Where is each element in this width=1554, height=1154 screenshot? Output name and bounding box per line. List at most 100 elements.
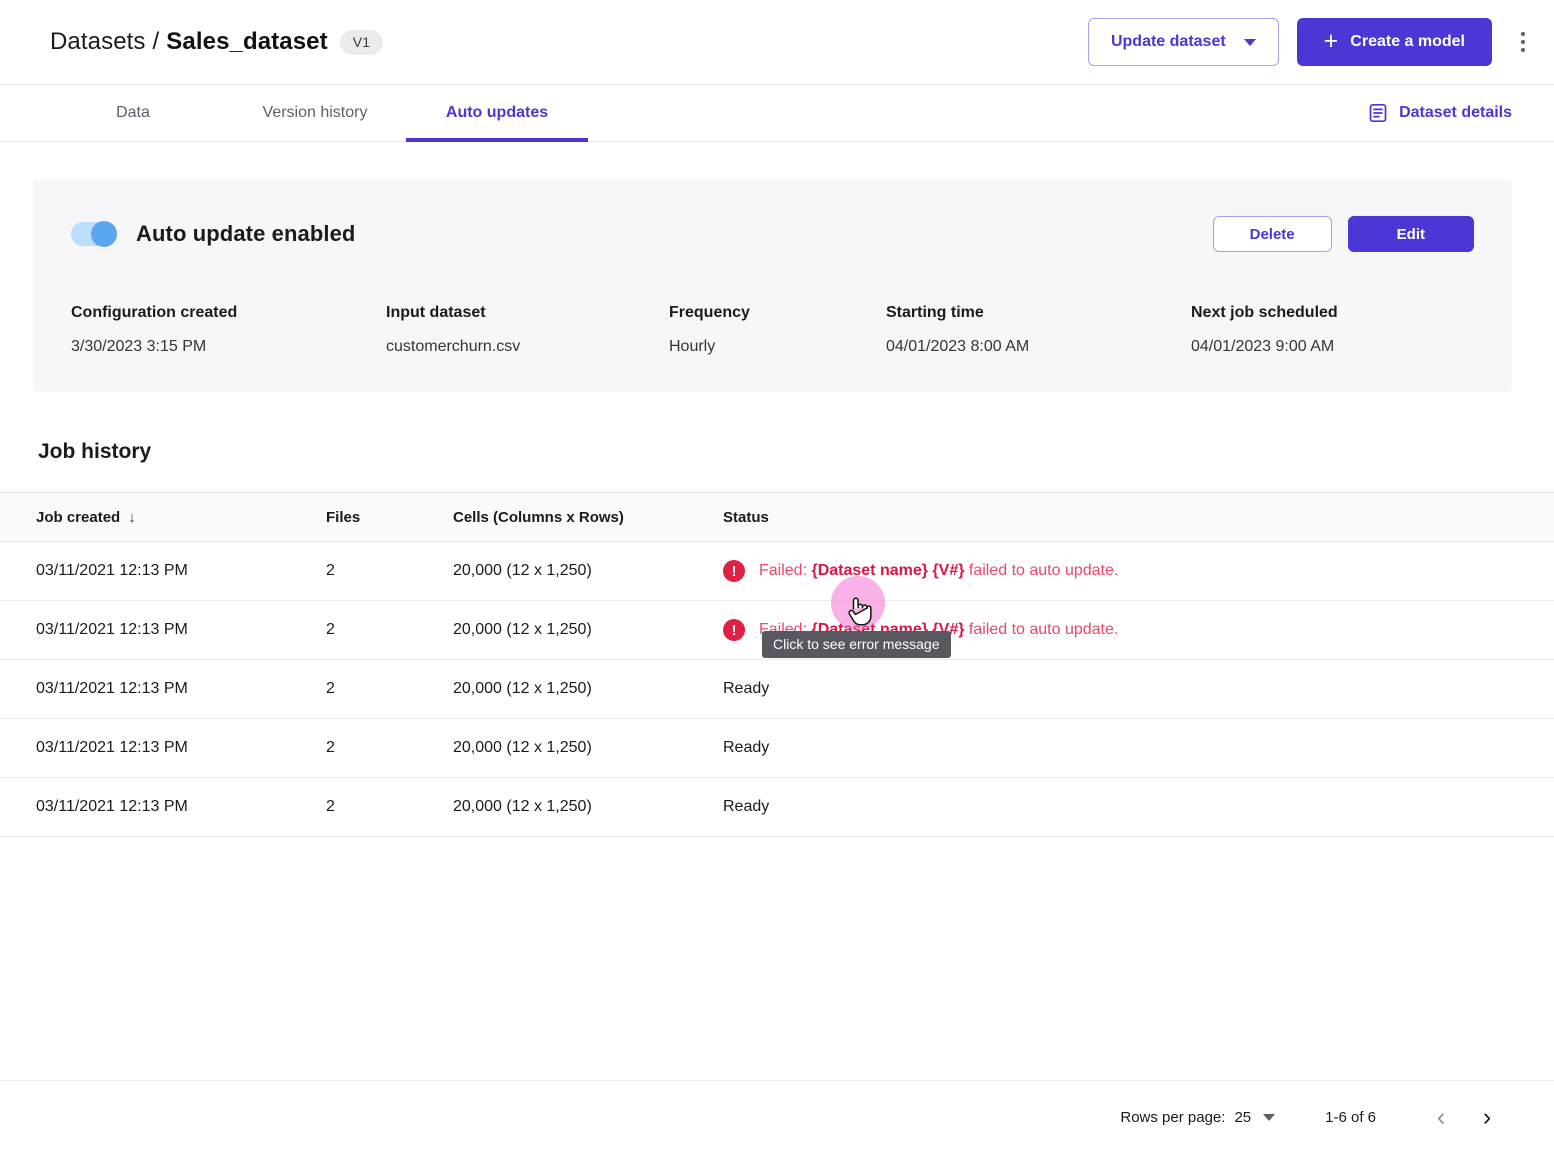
cell-files: 2 — [326, 562, 453, 580]
plus-icon: + — [1324, 29, 1339, 54]
auto-update-toggle[interactable] — [71, 222, 117, 246]
rows-per-page-select[interactable]: Rows per page: 25 — [1120, 1109, 1275, 1126]
update-dataset-label: Update dataset — [1111, 33, 1226, 51]
column-header-label: Cells (Columns x Rows) — [453, 509, 624, 526]
cell-job-created: 03/11/2021 12:13 PM — [36, 680, 326, 698]
auto-update-panel-actions: Delete Edit — [1213, 216, 1474, 252]
tooltip-click-to-see-error: Click to see error message — [762, 631, 951, 658]
cell-job-created: 03/11/2021 12:13 PM — [36, 621, 326, 639]
table-row[interactable]: 03/11/2021 12:13 PM 2 20,000 (12 x 1,250… — [0, 778, 1554, 837]
column-header-files[interactable]: Files — [326, 509, 453, 526]
auto-update-panel-header: Auto update enabled Delete Edit — [71, 210, 1474, 258]
tab-version-history-label: Version history — [263, 104, 368, 122]
pagination-range: 1-6 of 6 — [1325, 1109, 1376, 1126]
meta-value: Hourly — [669, 338, 886, 356]
dataset-details-button[interactable]: Dataset details — [1368, 85, 1554, 141]
meta-configuration-created: Configuration created 3/30/2023 3:15 PM — [71, 304, 386, 356]
cell-status: Ready — [723, 680, 1554, 698]
cell-files: 2 — [326, 621, 453, 639]
chevron-down-icon — [1244, 39, 1256, 46]
pagination-bar: Rows per page: 25 1-6 of 6 ‹ › — [0, 1080, 1554, 1154]
breadcrumb-separator: / — [153, 28, 160, 56]
error-suffix: failed to auto update. — [964, 621, 1118, 638]
cell-cells: 20,000 (12 x 1,250) — [453, 680, 723, 698]
meta-value: customerchurn.csv — [386, 338, 669, 356]
edit-button[interactable]: Edit — [1348, 216, 1474, 252]
top-bar-actions: Update dataset + Create a model — [1088, 18, 1536, 66]
cell-files: 2 — [326, 680, 453, 698]
cell-status: Ready — [723, 739, 1554, 757]
cell-status[interactable]: ! Failed: {Dataset name} {V#} failed to … — [723, 560, 1554, 582]
column-header-status[interactable]: Status — [723, 509, 1554, 526]
meta-next-job-scheduled: Next job scheduled 04/01/2023 9:00 AM — [1191, 304, 1474, 356]
create-model-label: Create a model — [1350, 33, 1465, 51]
tab-version-history[interactable]: Version history — [224, 85, 406, 141]
cell-status: Ready — [723, 798, 1554, 816]
column-header-label: Job created — [36, 509, 120, 526]
rows-per-page-label: Rows per page: — [1120, 1109, 1225, 1126]
meta-label: Configuration created — [71, 304, 386, 322]
chevron-down-icon — [1263, 1114, 1275, 1121]
status-badge: Ready — [723, 680, 769, 698]
error-icon: ! — [723, 619, 745, 641]
status-error-message[interactable]: Failed: {Dataset name} {V#} failed to au… — [759, 562, 1118, 580]
meta-starting-time: Starting time 04/01/2023 8:00 AM — [886, 304, 1191, 356]
column-header-label: Files — [326, 509, 360, 526]
page-title: Sales_dataset — [166, 28, 327, 56]
update-dataset-button[interactable]: Update dataset — [1088, 18, 1279, 66]
auto-update-toggle-label: Auto update enabled — [136, 221, 355, 247]
tab-bar: Data Version history Auto updates Datase… — [0, 84, 1554, 142]
version-badge: V1 — [340, 30, 384, 55]
auto-update-panel: Auto update enabled Delete Edit Configur… — [33, 180, 1512, 392]
auto-update-metadata: Configuration created 3/30/2023 3:15 PM … — [71, 304, 1474, 356]
tab-data-label: Data — [116, 104, 150, 122]
column-header-cells[interactable]: Cells (Columns x Rows) — [453, 509, 723, 526]
meta-value: 3/30/2023 3:15 PM — [71, 338, 386, 356]
table-header-row: Job created ↓ Files Cells (Columns x Row… — [0, 492, 1554, 542]
meta-value: 04/01/2023 9:00 AM — [1191, 338, 1474, 356]
cell-cells: 20,000 (12 x 1,250) — [453, 798, 723, 816]
delete-button[interactable]: Delete — [1213, 216, 1332, 252]
status-badge: Ready — [723, 739, 769, 757]
error-prefix: Failed: — [759, 562, 811, 579]
previous-page-button[interactable]: ‹ — [1418, 1095, 1464, 1141]
status-badge: Ready — [723, 798, 769, 816]
meta-frequency: Frequency Hourly — [669, 304, 886, 356]
cell-job-created: 03/11/2021 12:13 PM — [36, 562, 326, 580]
job-history-title: Job history — [38, 440, 1554, 464]
meta-label: Input dataset — [386, 304, 669, 322]
error-icon: ! — [723, 560, 745, 582]
top-bar: Datasets / Sales_dataset V1 Update datas… — [0, 0, 1554, 84]
error-suffix: failed to auto update. — [964, 562, 1118, 579]
error-bold: {Dataset name} {V#} — [811, 562, 964, 579]
cell-cells: 20,000 (12 x 1,250) — [453, 739, 723, 757]
cell-job-created: 03/11/2021 12:13 PM — [36, 798, 326, 816]
column-header-label: Status — [723, 509, 769, 526]
cell-files: 2 — [326, 739, 453, 757]
cell-cells: 20,000 (12 x 1,250) — [453, 621, 723, 639]
meta-input-dataset: Input dataset customerchurn.csv — [386, 304, 669, 356]
document-details-icon — [1368, 103, 1388, 123]
meta-value: 04/01/2023 8:00 AM — [886, 338, 1191, 356]
meta-label: Starting time — [886, 304, 1191, 322]
more-vertical-icon[interactable] — [1510, 24, 1536, 60]
dataset-details-label: Dataset details — [1399, 104, 1512, 122]
table-row[interactable]: 03/11/2021 12:13 PM 2 20,000 (12 x 1,250… — [0, 660, 1554, 719]
tab-auto-updates-label: Auto updates — [446, 104, 548, 122]
cell-files: 2 — [326, 798, 453, 816]
table-row[interactable]: 03/11/2021 12:13 PM 2 20,000 (12 x 1,250… — [0, 719, 1554, 778]
job-history-table: Job created ↓ Files Cells (Columns x Row… — [0, 492, 1554, 837]
cell-cells: 20,000 (12 x 1,250) — [453, 562, 723, 580]
tab-data[interactable]: Data — [42, 85, 224, 141]
table-row[interactable]: 03/11/2021 12:13 PM 2 20,000 (12 x 1,250… — [0, 542, 1554, 601]
rows-per-page-value: 25 — [1234, 1109, 1251, 1126]
sort-descending-icon: ↓ — [128, 509, 136, 526]
tab-auto-updates[interactable]: Auto updates — [406, 85, 588, 141]
create-model-button[interactable]: + Create a model — [1297, 18, 1492, 66]
next-page-button[interactable]: › — [1464, 1095, 1510, 1141]
breadcrumb: Datasets / Sales_dataset V1 — [50, 28, 383, 56]
meta-label: Next job scheduled — [1191, 304, 1474, 322]
breadcrumb-datasets-link[interactable]: Datasets — [50, 28, 146, 56]
column-header-job-created[interactable]: Job created ↓ — [36, 509, 326, 526]
meta-label: Frequency — [669, 304, 886, 322]
